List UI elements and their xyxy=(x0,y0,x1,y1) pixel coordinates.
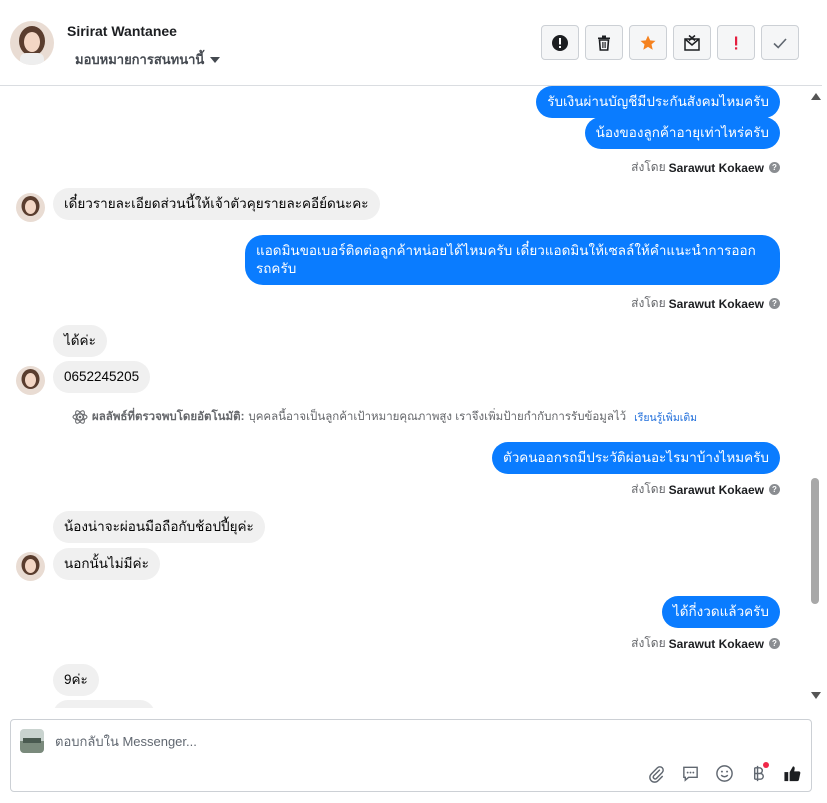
thread-scrollbar[interactable] xyxy=(808,86,822,708)
contact-name[interactable]: Sirirat Wantanee xyxy=(67,23,177,39)
auto-detect-text: บุคคลนี้อาจเป็นลูกค้าเป้าหมายคุณภาพสูง เ… xyxy=(248,411,627,423)
help-icon[interactable]: ? xyxy=(769,162,780,173)
help-icon[interactable]: ? xyxy=(769,484,780,495)
sent-by-name[interactable]: Sarawut Kokaew xyxy=(669,637,764,651)
message-thread[interactable]: รับเงินผ่านบัญชีมีประกันสังคมไหมครับ น้อ… xyxy=(0,86,808,708)
auto-detect-label: ผลลัพธ์ที่ตรวจพบโดยอัตโนมัติ: xyxy=(92,411,245,423)
learn-more-link[interactable]: เรียนรู้เพิ่มเติม xyxy=(634,409,697,426)
payment-button[interactable] xyxy=(747,762,769,784)
avatar xyxy=(16,193,45,222)
trash-icon xyxy=(598,35,610,51)
sent-by-label: ส่งโดย Sarawut Kokaew ? xyxy=(631,480,780,499)
incoming-message[interactable]: เดี๋ยวรายละเอียดส่วนนี้ให้เจ้าตัวคุยรายล… xyxy=(53,188,380,220)
sent-by-label: ส่งโดย Sarawut Kokaew ? xyxy=(631,634,780,653)
paperclip-icon xyxy=(648,765,664,783)
sent-by-label: ส่งโดย Sarawut Kokaew ? xyxy=(631,294,780,313)
conversation-toolbar xyxy=(541,25,799,60)
sent-by-prefix: ส่งโดย xyxy=(631,482,666,496)
conversation-header: Sirirat Wantanee มอบหมายการสนทนานี้ xyxy=(0,0,822,86)
avatar xyxy=(16,366,45,395)
incoming-message[interactable]: น้องน่าจะผ่อนมือถือกับช้อปปี้ยุค่ะ xyxy=(53,511,265,543)
scroll-down-arrow-icon[interactable] xyxy=(811,692,821,699)
sent-by-prefix: ส่งโดย xyxy=(631,160,666,174)
spam-alert-button[interactable] xyxy=(541,25,579,60)
outgoing-message[interactable]: แอดมินขอเบอร์ติดต่อลูกค้าหน่อยได้ไหมครับ… xyxy=(245,235,780,285)
incoming-message[interactable]: นอกนั้นไม่มีค่ะ xyxy=(53,548,160,580)
outgoing-message[interactable]: ได้กี่งวดแล้วครับ xyxy=(661,596,780,628)
incoming-message-partial[interactable] xyxy=(53,700,155,708)
avatar[interactable] xyxy=(10,21,54,65)
assign-label: มอบหมายการสนทนานี้ xyxy=(75,52,205,67)
sent-by-name[interactable]: Sarawut Kokaew xyxy=(669,161,764,175)
auto-detect-notice: ผลลัพธ์ที่ตรวจพบโดยอัตโนมัติ: บุคคลนี้อา… xyxy=(72,408,697,426)
mark-unread-button[interactable] xyxy=(673,25,711,60)
star-button[interactable] xyxy=(629,25,667,60)
reply-input[interactable] xyxy=(55,734,615,749)
sent-by-name[interactable]: Sarawut Kokaew xyxy=(669,297,764,311)
avatar xyxy=(16,552,45,581)
like-button[interactable] xyxy=(781,762,803,784)
sent-by-name[interactable]: Sarawut Kokaew xyxy=(669,483,764,497)
saved-replies-button[interactable] xyxy=(679,762,701,784)
done-button[interactable] xyxy=(761,25,799,60)
scroll-up-arrow-icon[interactable] xyxy=(811,93,821,100)
thumbs-up-icon xyxy=(783,765,800,781)
incoming-message[interactable]: ได้ค่ะ xyxy=(53,325,107,357)
sent-by-prefix: ส่งโดย xyxy=(631,296,666,310)
sent-by-prefix: ส่งโดย xyxy=(631,636,666,650)
notification-dot xyxy=(763,762,769,768)
exclamation-icon xyxy=(735,36,738,49)
reply-composer xyxy=(10,719,812,792)
chat-bubble-icon xyxy=(682,766,698,782)
star-icon xyxy=(640,35,656,50)
incoming-message[interactable]: 9ค่ะ xyxy=(53,664,99,696)
caret-down-icon xyxy=(210,56,221,63)
envelope-x-icon xyxy=(684,34,700,51)
page-avatar xyxy=(20,729,44,753)
alert-circle-icon xyxy=(552,34,568,51)
emoji-button[interactable] xyxy=(713,762,735,784)
scroll-thumb[interactable] xyxy=(811,478,819,604)
assign-conversation-dropdown[interactable]: มอบหมายการสนทนานี้ xyxy=(75,49,221,70)
help-icon[interactable]: ? xyxy=(769,638,780,649)
delete-button[interactable] xyxy=(585,25,623,60)
outgoing-message[interactable]: น้องของลูกค้าอายุเท่าไหร่ครับ xyxy=(584,117,780,149)
help-icon[interactable]: ? xyxy=(769,298,780,309)
outgoing-message[interactable]: รับเงินผ่านบัญชีมีประกันสังคมไหมครับ xyxy=(536,86,780,118)
smiley-icon xyxy=(715,764,733,782)
attach-button[interactable] xyxy=(645,762,667,784)
sent-by-label: ส่งโดย Sarawut Kokaew ? xyxy=(631,158,780,177)
atom-icon xyxy=(72,410,88,424)
outgoing-message[interactable]: ตัวคนออกรถมีประวัติผ่อนอะไรมาบ้างไหมครับ xyxy=(491,442,780,474)
important-button[interactable] xyxy=(717,25,755,60)
incoming-message[interactable]: 0652245205 xyxy=(53,361,151,393)
check-icon xyxy=(773,37,787,49)
composer-tools xyxy=(645,762,803,784)
